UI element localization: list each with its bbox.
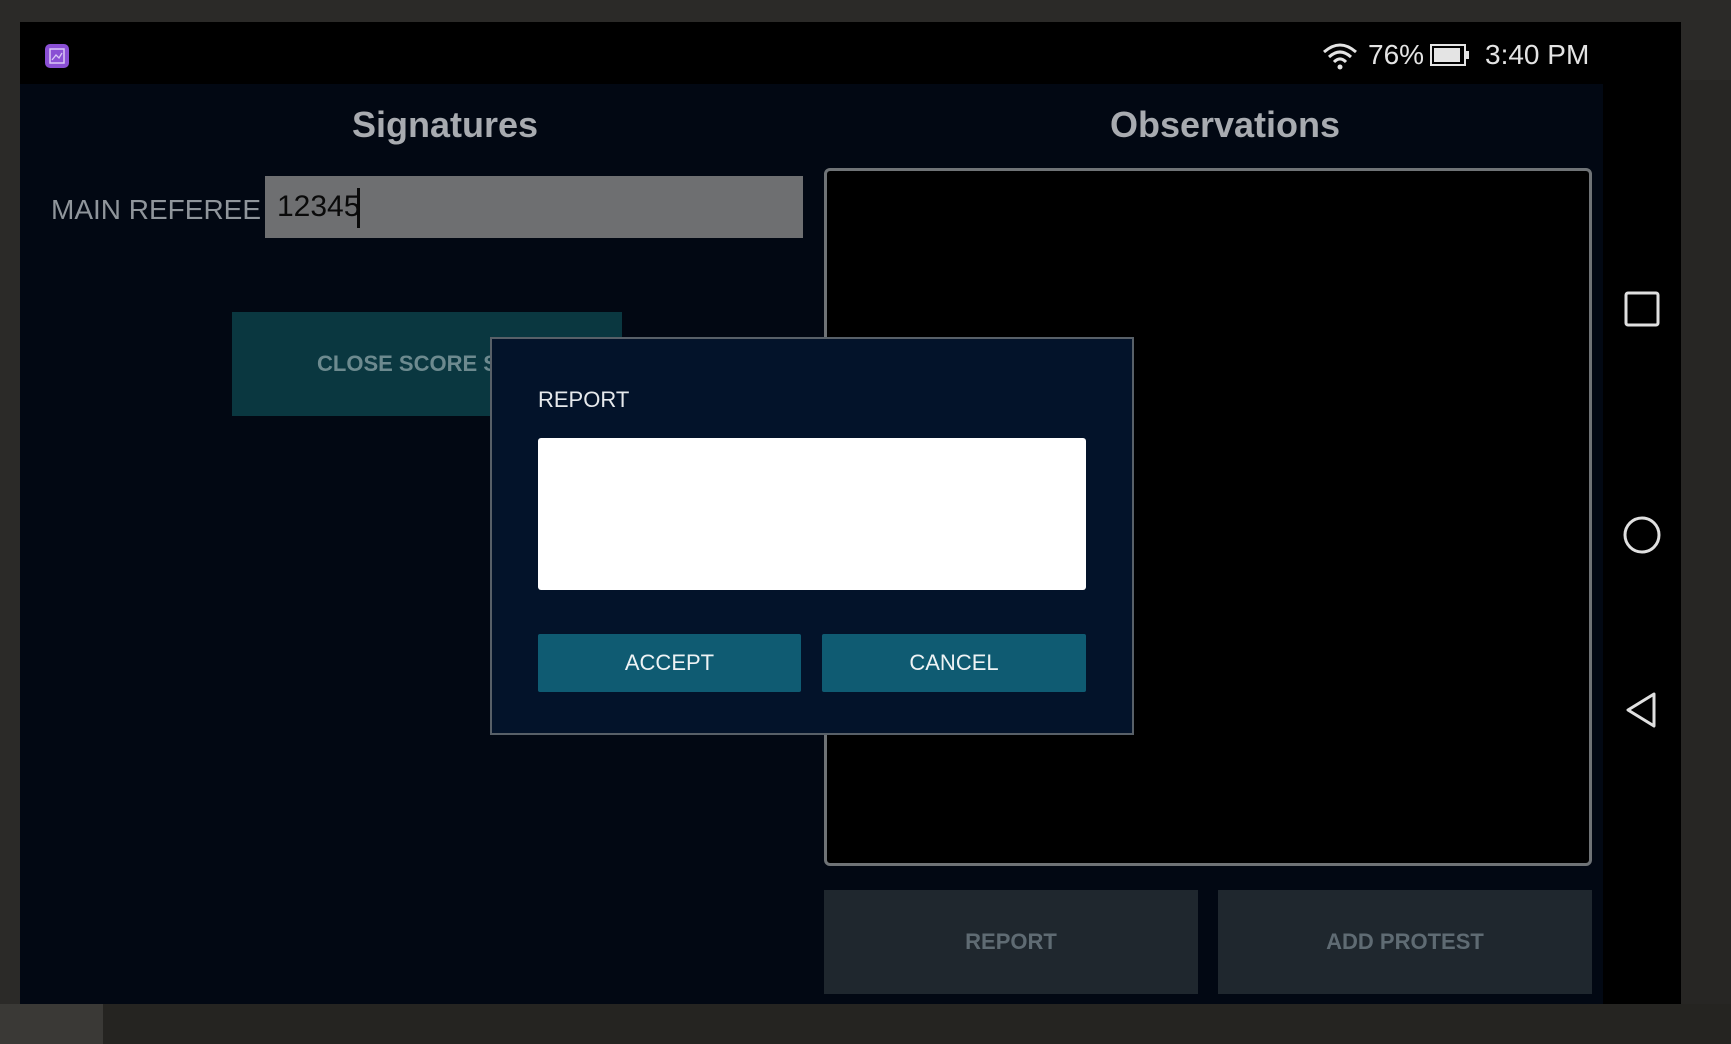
observations-title: Observations xyxy=(1109,104,1341,145)
report-dialog: REPORT ACCEPT CANCEL xyxy=(490,337,1134,735)
recents-square-icon[interactable] xyxy=(1622,289,1662,334)
battery-icon xyxy=(1430,44,1470,66)
dialog-title: REPORT xyxy=(538,387,630,412)
battery-percentage: 76% xyxy=(1368,39,1425,70)
tablet-device: 76% 3:40 PM Signatures Observations MAIN… xyxy=(20,22,1681,1004)
accept-button[interactable]: ACCEPT xyxy=(538,634,801,692)
backdrop xyxy=(0,1004,103,1044)
main-referee-label: MAIN REFEREE xyxy=(51,194,262,225)
backdrop xyxy=(1681,80,1731,1004)
app-notification-icon xyxy=(45,44,69,68)
wifi-icon xyxy=(1322,42,1358,75)
report-text-input[interactable] xyxy=(538,438,1086,590)
status-bar: 76% 3:40 PM xyxy=(20,22,1603,84)
report-button[interactable]: REPORT xyxy=(824,890,1198,994)
clock: 3:40 PM xyxy=(1485,39,1590,70)
app-screen: 76% 3:40 PM Signatures Observations MAIN… xyxy=(20,22,1603,1004)
backdrop xyxy=(103,1004,1731,1044)
signatures-title: Signatures xyxy=(351,104,539,145)
text-cursor xyxy=(357,188,360,228)
main-referee-input[interactable] xyxy=(265,176,803,238)
back-triangle-icon[interactable] xyxy=(1622,690,1662,735)
navigation-bar xyxy=(1603,22,1681,1004)
home-circle-icon[interactable] xyxy=(1622,515,1662,560)
cancel-button[interactable]: CANCEL xyxy=(822,634,1086,692)
add-protest-button[interactable]: ADD PROTEST xyxy=(1218,890,1592,994)
